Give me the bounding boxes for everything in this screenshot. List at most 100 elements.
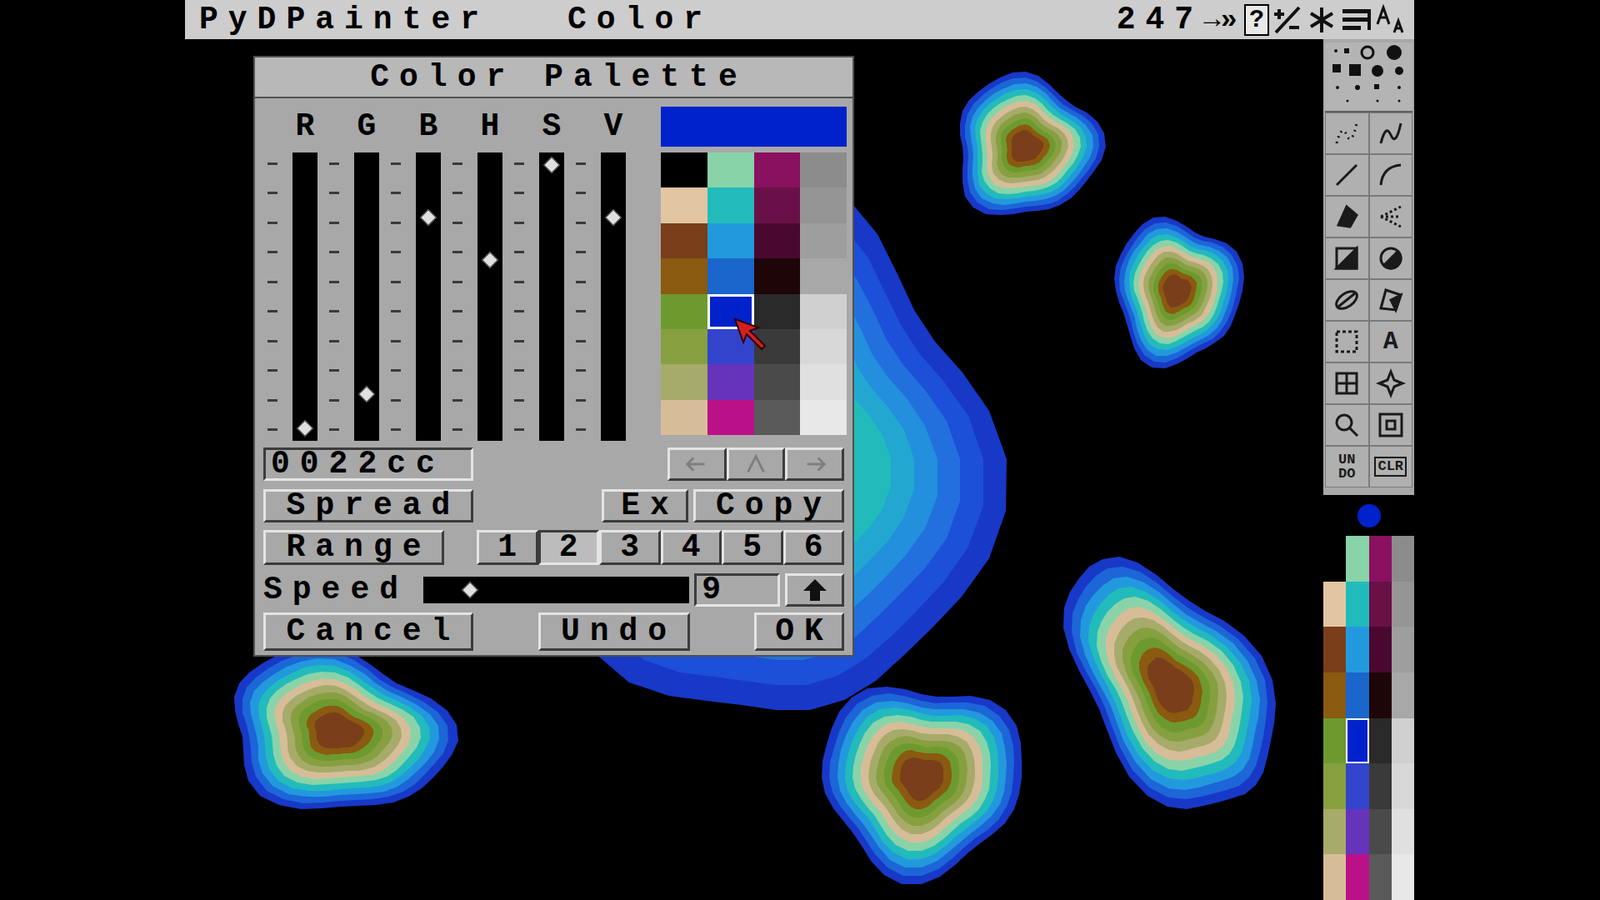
- palette-strip-cell[interactable]: [1345, 581, 1369, 628]
- palette-grid-cell[interactable]: [660, 329, 708, 365]
- text-tool-button[interactable]: A: [1369, 320, 1414, 363]
- palette-strip-cell[interactable]: [1369, 626, 1392, 673]
- palette-grid-cell[interactable]: [707, 187, 755, 223]
- palette-grid-cell[interactable]: [800, 152, 847, 188]
- palette-grid-cell[interactable]: [754, 152, 801, 188]
- palette-strip-cell[interactable]: [1391, 672, 1415, 719]
- palette-grid-cell[interactable]: [707, 294, 755, 330]
- range-number-button[interactable]: 5: [721, 530, 784, 565]
- nav-up-button[interactable]: [726, 447, 786, 481]
- speed-up-button[interactable]: [785, 573, 845, 607]
- slider-track[interactable]: [415, 152, 441, 441]
- fill-button[interactable]: [1325, 195, 1370, 238]
- palette-grid-cell[interactable]: [754, 294, 801, 330]
- palette-strip-cell[interactable]: [1391, 535, 1415, 582]
- slider-knob[interactable]: [605, 209, 622, 226]
- palette-strip-cell[interactable]: [1345, 718, 1369, 765]
- clear-button[interactable]: CLR: [1369, 445, 1414, 488]
- palette-grid-cell[interactable]: [660, 294, 708, 330]
- help-button[interactable]: ?: [1244, 4, 1270, 36]
- palette-strip-cell[interactable]: [1345, 809, 1369, 855]
- palette-grid-cell[interactable]: [660, 364, 708, 400]
- nav-right-button[interactable]: [785, 447, 845, 481]
- palette-strip-cell[interactable]: [1345, 763, 1369, 810]
- palette-grid-cell[interactable]: [800, 400, 847, 435]
- slider-knob[interactable]: [481, 251, 499, 269]
- speed-knob[interactable]: [461, 581, 479, 599]
- palette-grid-cell[interactable]: [754, 364, 801, 400]
- range-number-button[interactable]: 2: [538, 530, 600, 565]
- palette-strip-cell[interactable]: [1323, 626, 1346, 673]
- palette-strip-cell[interactable]: [1323, 535, 1346, 582]
- palette-strip-cell[interactable]: [1391, 581, 1415, 628]
- undo-button[interactable]: UNDO: [1325, 445, 1370, 488]
- palette-strip-cell[interactable]: [1391, 763, 1415, 810]
- palette-grid-cell[interactable]: [707, 329, 755, 365]
- ex-button[interactable]: Ex: [601, 489, 689, 523]
- title-icon-button[interactable]: [1339, 3, 1375, 37]
- circle-button[interactable]: [1369, 237, 1414, 280]
- dotted-freehand-button[interactable]: [1325, 112, 1370, 155]
- palette-grid-cell[interactable]: [800, 364, 847, 400]
- palette-strip-cell[interactable]: [1323, 718, 1346, 765]
- nav-left-button[interactable]: [667, 447, 727, 481]
- range-number-button[interactable]: 6: [783, 530, 845, 565]
- palette-strip-cell[interactable]: [1323, 672, 1346, 719]
- palette-strip-cell[interactable]: [1345, 854, 1369, 900]
- palette-strip-cell[interactable]: [1391, 854, 1415, 900]
- hex-field[interactable]: 0022cc: [263, 447, 474, 481]
- freehand-button[interactable]: [1369, 112, 1414, 155]
- slider-knob[interactable]: [358, 385, 375, 403]
- palette-grid-cell[interactable]: [800, 223, 847, 259]
- palette-strip-cell[interactable]: [1369, 809, 1392, 855]
- palette-grid-cell[interactable]: [754, 187, 801, 223]
- palette-grid-cell[interactable]: [754, 223, 801, 259]
- palette-grid-cell[interactable]: [660, 187, 708, 223]
- speed-field[interactable]: 9: [694, 573, 780, 607]
- palette-strip-cell[interactable]: [1369, 535, 1392, 582]
- polygon-button[interactable]: [1369, 279, 1414, 321]
- palette-strip-cell[interactable]: [1345, 672, 1369, 719]
- undo-button[interactable]: Undo: [538, 612, 690, 651]
- slider-track[interactable]: [354, 152, 380, 441]
- palette-strip-cell[interactable]: [1369, 854, 1392, 900]
- slider-knob[interactable]: [543, 156, 560, 174]
- palette-grid-cell[interactable]: [660, 258, 708, 294]
- palette-strip-cell[interactable]: [1323, 763, 1346, 810]
- symmetry-button[interactable]: [1369, 362, 1414, 405]
- palette-grid-cell[interactable]: [660, 400, 708, 435]
- spread-button[interactable]: Spread: [263, 489, 474, 523]
- palette-grid-cell[interactable]: [660, 223, 708, 259]
- palette-strip-cell[interactable]: [1391, 809, 1415, 855]
- palette-grid-cell[interactable]: [707, 152, 755, 188]
- magnify-button[interactable]: [1325, 404, 1370, 446]
- palette-grid-cell[interactable]: [707, 364, 755, 400]
- title-icon-button[interactable]: [1374, 3, 1410, 37]
- brush-select-button[interactable]: [1325, 320, 1370, 363]
- palette-strip-cell[interactable]: [1369, 763, 1392, 810]
- palette-strip-cell[interactable]: [1323, 854, 1346, 900]
- copy-button[interactable]: Copy: [693, 489, 845, 523]
- slider-track[interactable]: [600, 152, 626, 441]
- slider-knob[interactable]: [420, 209, 437, 226]
- color-arrows[interactable]: →»: [1203, 7, 1238, 33]
- dialog-title-bar[interactable]: Color Palette: [255, 57, 853, 99]
- palette-grid-cell[interactable]: [800, 258, 847, 294]
- palette-grid-cell[interactable]: [707, 223, 755, 259]
- palette-strip-cell[interactable]: [1345, 626, 1369, 673]
- rectangle-button[interactable]: [1325, 237, 1370, 280]
- palette-strip-cell[interactable]: [1369, 672, 1392, 719]
- range-number-button[interactable]: 4: [660, 530, 723, 565]
- palette-strip-cell[interactable]: [1323, 581, 1346, 628]
- curve-button[interactable]: [1369, 154, 1414, 196]
- slider-track[interactable]: [539, 152, 565, 441]
- range-button[interactable]: Range: [263, 530, 445, 565]
- palette-grid-cell[interactable]: [800, 187, 847, 223]
- palette-grid-cell[interactable]: [754, 258, 801, 294]
- brush-selector[interactable]: [1325, 42, 1413, 113]
- palette-strip-cell[interactable]: [1369, 718, 1392, 765]
- title-icon-button[interactable]: [1269, 3, 1305, 37]
- slider-track[interactable]: [292, 152, 318, 441]
- cancel-button[interactable]: Cancel: [263, 612, 474, 651]
- line-button[interactable]: [1325, 154, 1370, 196]
